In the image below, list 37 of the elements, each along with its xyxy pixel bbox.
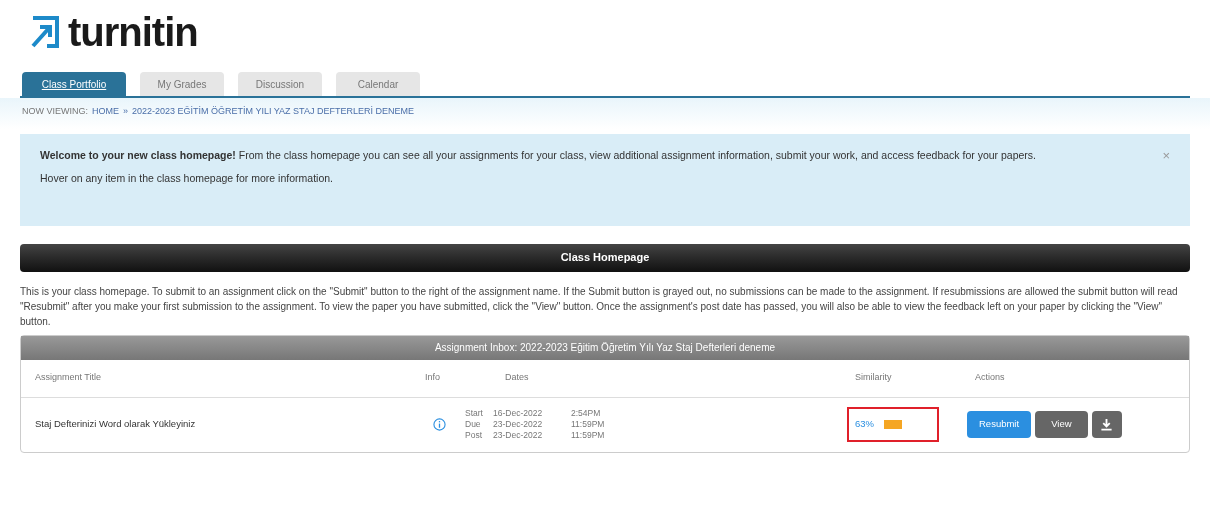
view-button[interactable]: View — [1035, 411, 1088, 438]
inbox-title: Assignment Inbox: 2022-2023 Eğitim Öğretim Yılı Yaz Staj Defterleri deneme — [21, 335, 1189, 360]
nav-tab[interactable]: Discussion — [238, 72, 322, 96]
resubmit-button[interactable]: Resubmit — [967, 411, 1032, 438]
similarity-link[interactable]: 63% — [855, 417, 874, 432]
date-value: 16-Dec-2022 — [493, 408, 544, 419]
date-value: 23-Dec-2022 — [493, 430, 544, 441]
assignment-title: Staj Defterinizi Word olarak Yükleyiniz — [35, 417, 196, 432]
date-label: Post — [465, 430, 483, 441]
breadcrumb-link[interactable]: HOME — [92, 105, 119, 119]
nav-tab[interactable]: My Grades — [140, 72, 224, 96]
logo-arrow-icon — [30, 15, 60, 49]
close-button[interactable]: × — [1162, 147, 1170, 164]
time-value: 11:59PM — [570, 430, 606, 441]
section-header: Class Homepage — [20, 243, 1190, 272]
date-label: Start — [465, 408, 484, 419]
intro-paragraph: This is your class homepage. To submit to an assignment click on the "Submit" button to the right of the assignment name. If the Submit button is grayed out, no submissions can be made to the assignment. If resubmissions are allowed the submit button will read "Resubmit" after you make your first submission to the assignment. To view the paper you have submitted, click the "View" button. Once the assignment's post date has passed, you will also be able to view the feedback left on your paper by clicking the "View" button. — [20, 284, 1179, 329]
column-header: Info — [425, 371, 440, 385]
date-label: Due — [465, 419, 482, 430]
breadcrumb-separator: » — [123, 105, 128, 118]
download-button[interactable] — [1091, 411, 1122, 438]
logo-text: turnitin — [68, 12, 198, 52]
time-value: 11:59PM — [570, 419, 606, 430]
column-header: Dates — [505, 371, 529, 385]
column-header: Assignment Title — [35, 371, 102, 385]
nav-tab[interactable]: Calendar — [336, 72, 420, 96]
breadcrumb-label: NOW VIEWING: — [22, 105, 88, 118]
column-header: Similarity — [855, 371, 892, 385]
column-header: Actions — [975, 371, 1005, 385]
welcome-message: Welcome to your new class homepage! From the class homepage you can see all your assignments for your class, view additional assignment information, submit your work, and access feedback for your papers. — [40, 147, 1037, 163]
nav-tab[interactable]: Class Portfolio — [22, 72, 126, 96]
time-value: 2:54PM — [570, 408, 602, 419]
info-icon[interactable] — [433, 418, 446, 431]
breadcrumb-current: 2022-2023 EĞİTİM ÖĞRETİM YILI YAZ STAJ DEFTERLERİ DENEME — [132, 105, 414, 118]
hover-hint: Hover on any item in the class homepage for more information. — [40, 170, 334, 186]
date-value: 23-Dec-2022 — [493, 419, 544, 430]
download-icon — [1100, 418, 1114, 431]
